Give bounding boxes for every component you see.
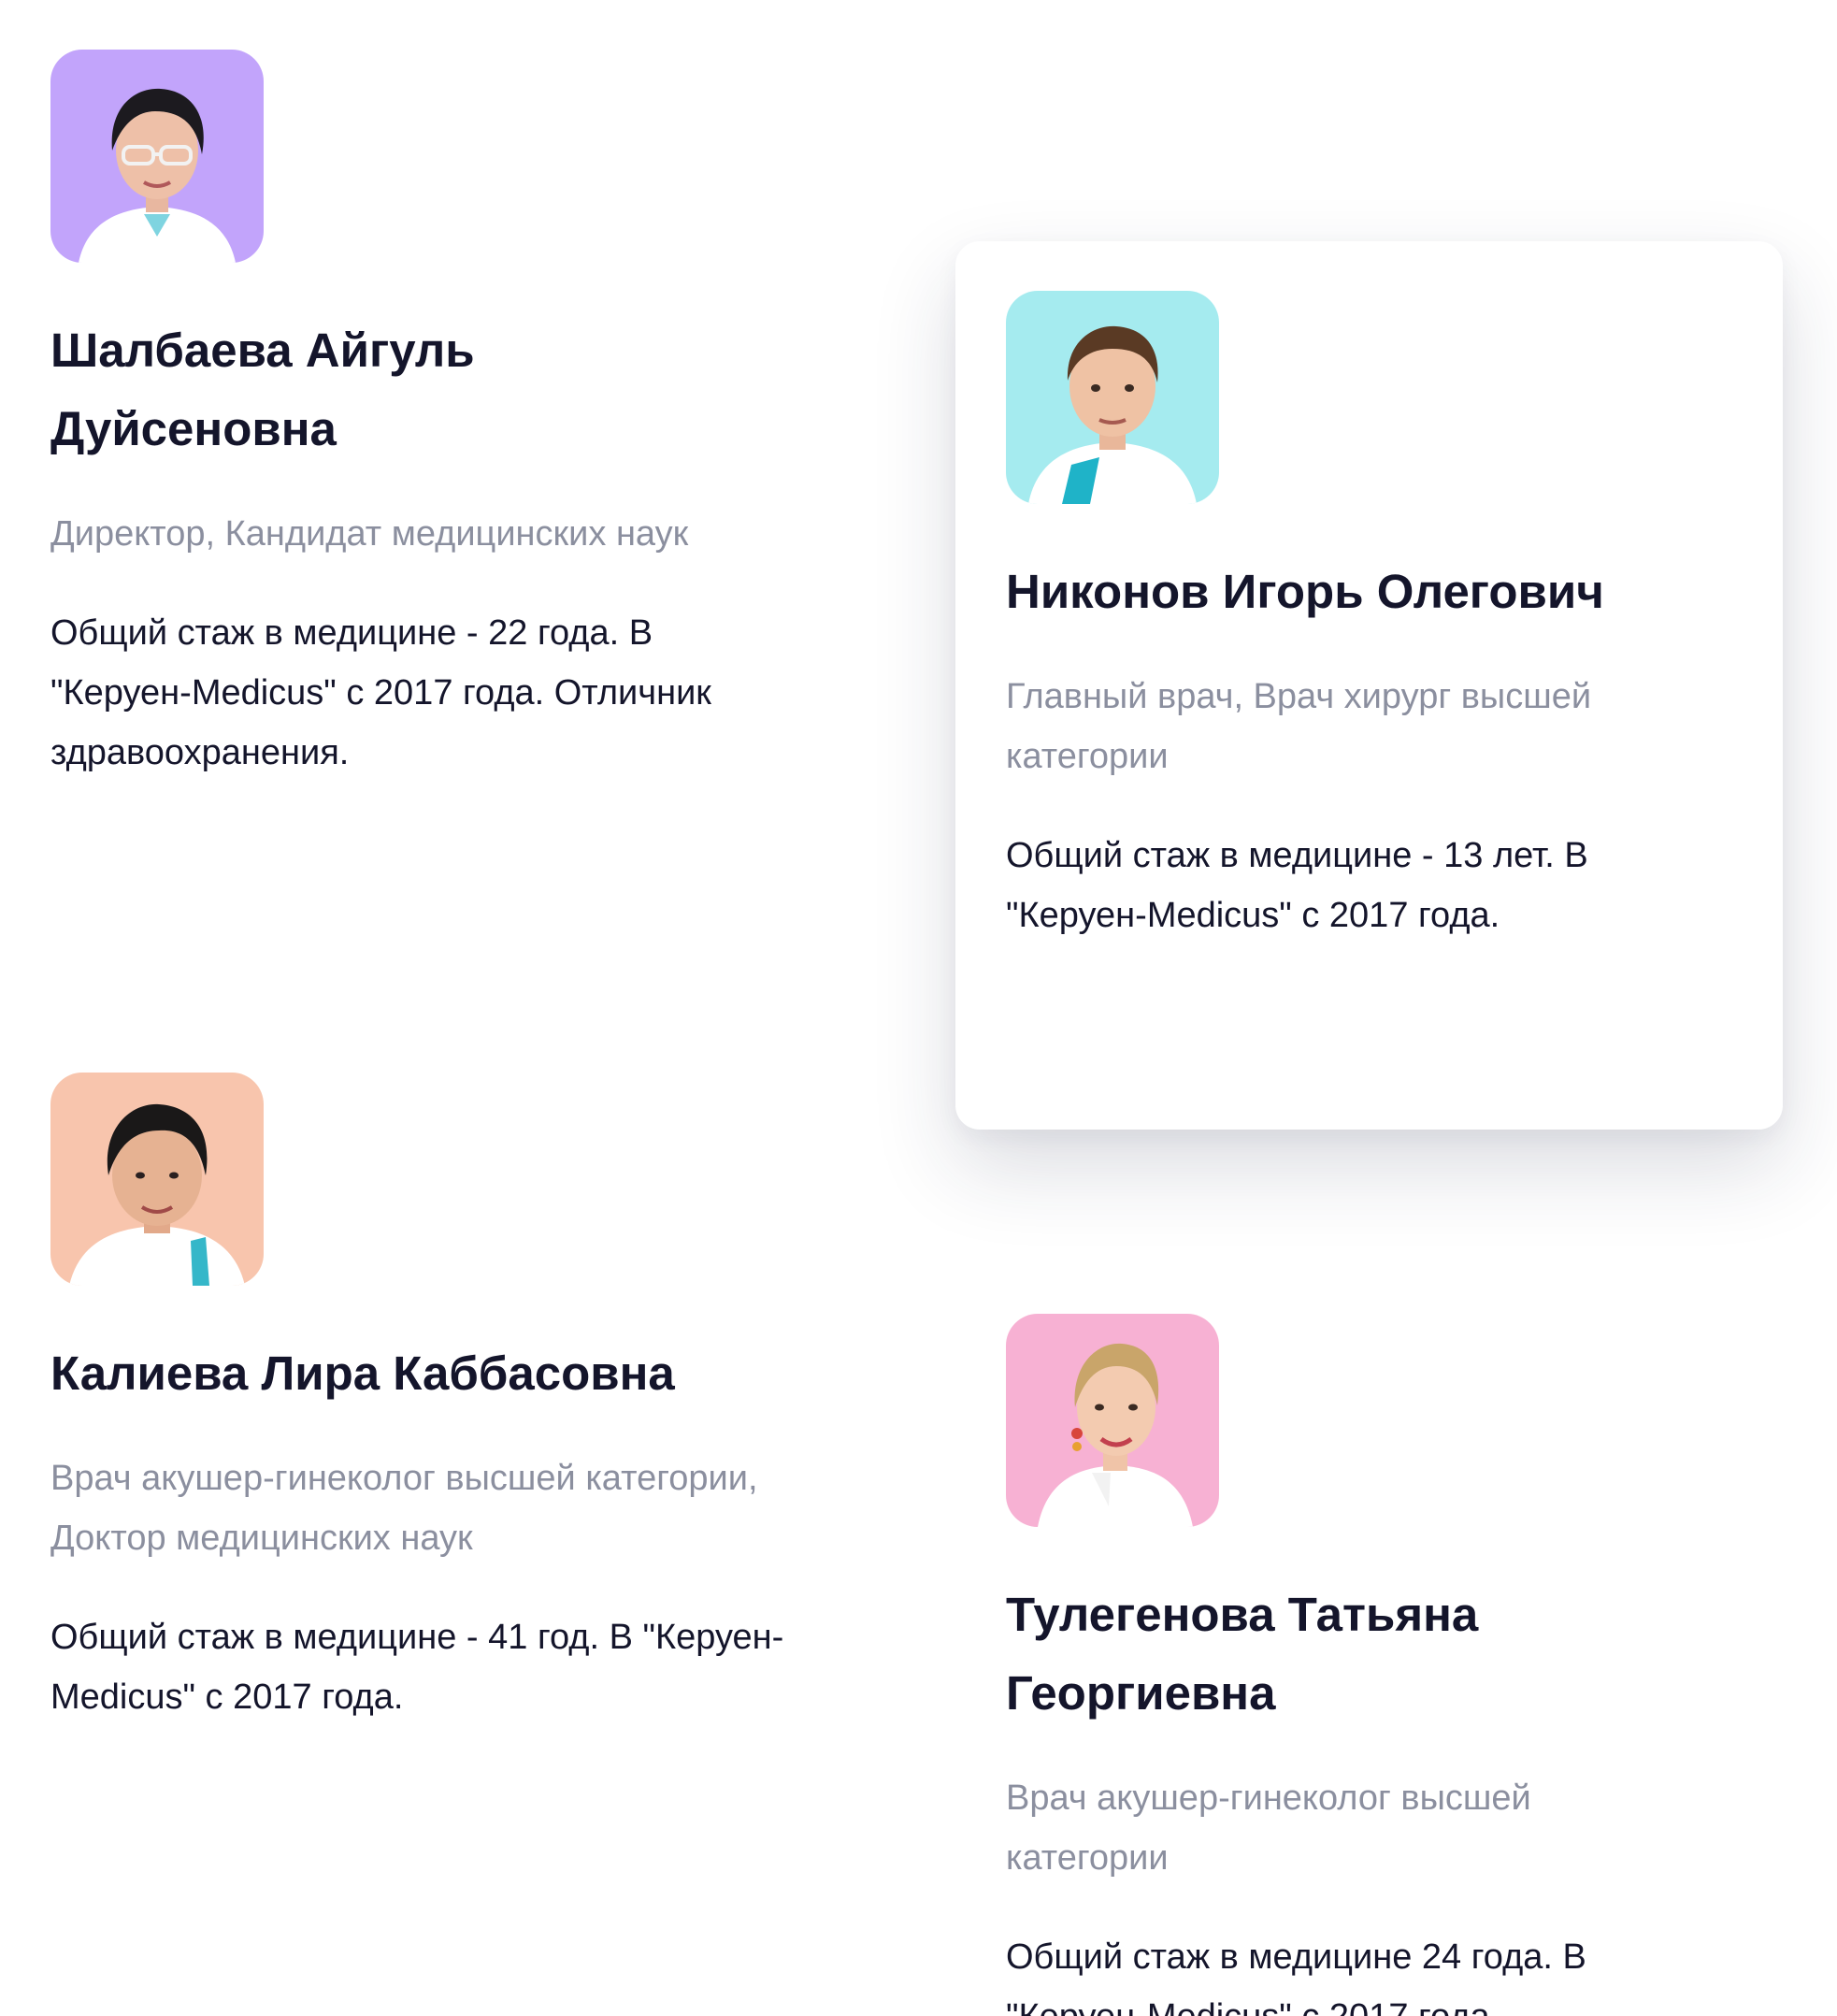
doctor-experience: Общий стаж в медицине - 41 год. В "Керуе… — [50, 1618, 784, 1717]
doctor-position: Врач акушер-гинеколог высшей категории — [1006, 1778, 1531, 1878]
doctor-card[interactable]: Шалбаева Айгуль Дуйсеновна Директор, Кан… — [0, 0, 827, 783]
doctor-name: Никонов Игорь Олегович — [1006, 565, 1604, 618]
doctor-experience: Общий стаж в медицине 24 года. В "Керуен… — [1006, 1937, 1586, 2016]
doctor-experience: Общий стаж в медицине - 13 лет. В "Керуе… — [1006, 836, 1588, 935]
doctor-position: Врач акушер-гинеколог высшей категории, … — [50, 1459, 758, 1558]
doctors-page: Шалбаева Айгуль Дуйсеновна Директор, Кан… — [0, 0, 1837, 2016]
doctor-name: Тулегенова Татьяна Георгиевна — [1006, 1588, 1479, 1720]
doctor-experience: Общий стаж в медицине - 22 года. В "Керу… — [50, 613, 711, 772]
doctor-card-highlighted[interactable]: Никонов Игорь Олегович Главный врач, Вра… — [955, 241, 1783, 1130]
doctor-name: Шалбаева Айгуль Дуйсеновна — [50, 324, 475, 455]
doctor-name: Калиева Лира Каббасовна — [50, 1346, 675, 1400]
doctor-photo — [50, 1073, 264, 1286]
doctor-photo — [1006, 291, 1219, 504]
doctor-position: Главный врач, Врач хирург высшей категор… — [1006, 677, 1592, 776]
doctor-card[interactable]: Калиева Лира Каббасовна Врач акушер-гине… — [0, 1023, 827, 1727]
doctor-card[interactable]: Тулегенова Татьяна Георгиевна Врач акуше… — [955, 1264, 1783, 2016]
doctor-photo — [50, 50, 264, 263]
doctor-photo — [1006, 1314, 1219, 1527]
doctor-position: Директор, Кандидат медицинских наук — [50, 514, 689, 554]
